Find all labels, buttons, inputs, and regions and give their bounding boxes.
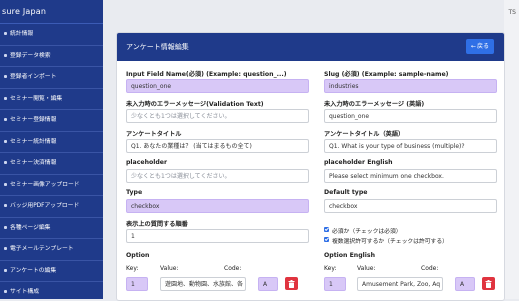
brand-name: sure Japan bbox=[0, 0, 103, 24]
user-initials[interactable]: TS bbox=[509, 9, 516, 16]
sidebar: sure Japan 統計情報 登録データ検索 登録者インポート セミナー閲覧・… bbox=[0, 0, 103, 299]
sidebar-item-seminar-payment[interactable]: セミナー決済情報 bbox=[0, 153, 103, 175]
type-label: Type bbox=[126, 189, 143, 196]
bullet-icon bbox=[4, 139, 7, 143]
bullet-icon bbox=[4, 161, 7, 164]
option-code-label: Code: bbox=[224, 265, 242, 272]
option-key-label: Key: bbox=[126, 265, 139, 272]
sidebar-item-site-config[interactable]: サイト構成 bbox=[0, 282, 103, 299]
slug-label: Slug (必須) (Example: sample-name) bbox=[324, 71, 449, 78]
option-key-field[interactable]: 1 bbox=[126, 277, 148, 291]
arrow-left-icon: ← bbox=[470, 43, 476, 50]
option-en-code-label: Code: bbox=[421, 265, 439, 272]
sidebar-item-seminar-edit[interactable]: セミナー閲覧・編集 bbox=[0, 89, 103, 110]
placeholder-en-label: placeholder English bbox=[324, 159, 393, 166]
multiple-checkbox-label: 複数選択許可するか（チェックは許可する） bbox=[332, 239, 448, 245]
bullet-icon bbox=[4, 32, 7, 35]
error-message-en-field[interactable]: question_one bbox=[324, 109, 497, 123]
bullet-icon bbox=[4, 53, 7, 57]
survey-title-label: アンケートタイトル bbox=[126, 131, 182, 138]
bullet-icon bbox=[4, 268, 7, 272]
option-label: Option bbox=[126, 252, 150, 259]
required-checkbox-label: 必須か（チェックは必須） bbox=[332, 229, 402, 235]
sidebar-item-label: セミナー閲覧・編集 bbox=[10, 95, 63, 102]
bullet-icon bbox=[4, 225, 7, 229]
trash-icon bbox=[485, 279, 492, 288]
sidebar-item-label: 各種ページ編集 bbox=[10, 224, 51, 231]
option-value-field[interactable]: 遊園地、動物園、水族館、各 bbox=[160, 277, 246, 291]
sidebar-item-label: バッジ用PDFアップロード bbox=[10, 203, 80, 209]
default-type-label: Default type bbox=[324, 189, 368, 196]
input-name-field[interactable]: question_one bbox=[126, 79, 309, 93]
bullet-icon bbox=[4, 204, 7, 207]
sidebar-item-label: 電子メールテンプレート bbox=[10, 246, 74, 252]
sidebar-item-badge-pdf[interactable]: バッジ用PDFアップロード bbox=[0, 196, 103, 218]
sidebar-item-seminar-stats[interactable]: セミナー統計情報 bbox=[0, 132, 103, 153]
display-order-field[interactable]: 1 bbox=[126, 229, 309, 243]
sidebar-item-label: セミナー画像アップロード bbox=[10, 181, 80, 188]
bullet-icon bbox=[4, 96, 7, 100]
placeholder-en-field[interactable]: Please select minimum one checkbox. bbox=[324, 169, 497, 183]
sidebar-item-email-template[interactable]: 電子メールテンプレート bbox=[0, 239, 103, 261]
option-en-code-field[interactable]: A bbox=[455, 277, 475, 291]
multiple-checkbox[interactable] bbox=[324, 237, 329, 242]
sidebar-item-seminar-image[interactable]: セミナー画像アップロード bbox=[0, 175, 103, 196]
input-name-label: Input Field Name(必須) (Example: question_… bbox=[126, 71, 287, 78]
sidebar-item-label: 登録者インポート bbox=[10, 74, 57, 80]
back-button[interactable]: ←戻る bbox=[466, 39, 494, 54]
sidebar-item-label: セミナー決済情報 bbox=[10, 160, 57, 166]
sidebar-item-stats[interactable]: 統計情報 bbox=[0, 24, 103, 46]
option-en-key-field[interactable]: 1 bbox=[324, 277, 346, 291]
error-message-en-label: 未入力時のエラーメッセージ (英語) bbox=[324, 101, 425, 108]
option-en-delete-button[interactable] bbox=[482, 277, 495, 290]
survey-title-en-field[interactable]: Q1. What is your type of business (multi… bbox=[324, 139, 497, 153]
slug-field[interactable]: industries bbox=[324, 79, 497, 93]
sidebar-item-page-edit[interactable]: 各種ページ編集 bbox=[0, 218, 103, 239]
sidebar-item-label: セミナー登録情報 bbox=[10, 117, 57, 123]
default-type-field[interactable]: checkbox bbox=[324, 199, 497, 213]
bullet-icon bbox=[4, 290, 7, 293]
option-en-value-field[interactable]: Amusement Park, Zoo, Aq bbox=[357, 277, 443, 291]
option-en-label: Option English bbox=[324, 252, 375, 259]
type-field[interactable]: checkbox bbox=[126, 199, 309, 213]
survey-edit-card: アンケート情報編集 ←戻る Input Field Name(必須) (Exam… bbox=[116, 32, 505, 301]
right-edge: TS bbox=[504, 0, 519, 299]
sidebar-item-import[interactable]: 登録者インポート bbox=[0, 67, 103, 89]
survey-title-en-label: アンケートタイトル（英語） bbox=[324, 131, 405, 138]
sidebar-item-label: アンケートの編集 bbox=[10, 267, 57, 274]
option-delete-button[interactable] bbox=[285, 277, 298, 290]
card-header: アンケート情報編集 ←戻る bbox=[117, 33, 504, 61]
option-code-field[interactable]: A bbox=[258, 277, 278, 291]
bullet-icon bbox=[4, 75, 7, 78]
error-message-field[interactable]: 少なくとも1つは選択してください。 bbox=[126, 109, 309, 123]
option-en-value-label: Value: bbox=[357, 265, 376, 272]
required-checkbox[interactable] bbox=[324, 227, 329, 232]
trash-icon bbox=[288, 279, 295, 288]
option-value-label: Value: bbox=[160, 265, 179, 272]
sidebar-item-label: 登録データ検索 bbox=[10, 52, 51, 59]
bullet-icon bbox=[4, 182, 7, 186]
option-en-key-label: Key: bbox=[324, 265, 337, 272]
sidebar-item-label: 統計情報 bbox=[10, 31, 34, 37]
display-order-label: 表示上の質問する順番 bbox=[126, 221, 188, 228]
sidebar-item-survey-edit[interactable]: アンケートの編集 bbox=[0, 261, 103, 282]
survey-title-field[interactable]: Q1. あなたの業種は？ (当てはまるもの全て) bbox=[126, 139, 309, 153]
page-title: アンケート情報編集 bbox=[126, 43, 189, 51]
placeholder-field[interactable]: 少なくとも1つは選択してください。 bbox=[126, 169, 309, 183]
back-button-label: 戻る bbox=[477, 43, 490, 50]
placeholder-label: placeholder bbox=[126, 159, 168, 166]
error-message-label: 未入力時のエラーメッセージ(Validation Text) bbox=[126, 101, 264, 108]
sidebar-item-label: セミナー統計情報 bbox=[10, 138, 57, 145]
sidebar-item-search[interactable]: 登録データ検索 bbox=[0, 46, 103, 67]
bullet-icon bbox=[4, 247, 7, 250]
bullet-icon bbox=[4, 118, 7, 121]
sidebar-item-label: サイト構成 bbox=[10, 289, 39, 295]
sidebar-item-seminar-registration[interactable]: セミナー登録情報 bbox=[0, 110, 103, 132]
